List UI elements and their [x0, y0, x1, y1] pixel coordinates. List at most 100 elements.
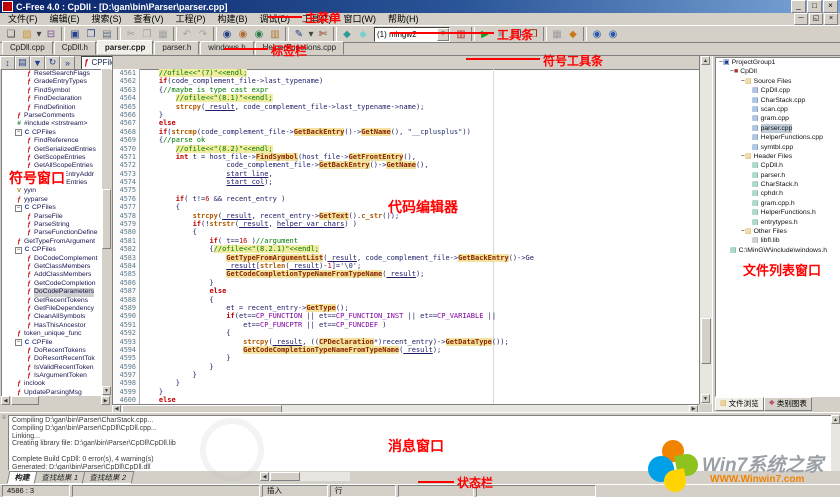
minimize-button[interactable]: _ [791, 0, 806, 13]
file-tree[interactable]: −▣ProjectGroup1−■CpDll−▨Source Files▤CpD… [715, 57, 840, 397]
symbol-tree-item[interactable]: ƒGradeEntryTypes [2, 78, 102, 86]
symbol-tree-item[interactable]: ƒGetClassMembers [2, 263, 102, 271]
file-tree-item[interactable]: −▨Other Files [716, 227, 840, 236]
save-project-button[interactable]: ⊟ [43, 27, 59, 42]
code-line[interactable]: } [142, 363, 698, 371]
save-all-button[interactable]: ❐ [83, 27, 99, 42]
collapse-icon[interactable]: − [15, 205, 22, 212]
file-tree-item[interactable]: ▤parser.h [716, 171, 840, 180]
file-tree-item[interactable]: ▤gram.cpp.h [716, 199, 840, 208]
code-line[interactable]: } [142, 379, 698, 387]
code-line[interactable]: if(code_complement_file->last_typename) [142, 77, 698, 85]
file-tree-item[interactable]: ▤CharStack.cpp [716, 96, 840, 105]
menu-item[interactable]: 构建(B) [212, 14, 254, 24]
symbol-tree-item[interactable]: ƒtoken_unique_func [2, 330, 102, 338]
code-line[interactable]: { [142, 296, 698, 304]
code-line[interactable]: start_col); [142, 178, 698, 186]
editor-vscrollbar[interactable]: ▲ ▼ [699, 56, 712, 404]
nav-forward-button[interactable]: ◆ [355, 27, 371, 42]
message-tab[interactable]: 查找结果 1 [34, 471, 87, 484]
file-tree-item[interactable]: ▤CharStack.h [716, 180, 840, 189]
track-cursor-icon[interactable]: ▼ [30, 56, 45, 70]
code-line[interactable]: _result[strlen(_result)-1]='\0'; [142, 262, 698, 270]
symbol-tree-hscrollbar[interactable]: ◀ ▶ [1, 396, 110, 405]
message-window-grip[interactable]: ≡ [0, 415, 8, 471]
file-tab[interactable]: CpDll.cpp [2, 41, 53, 55]
mdi-close-button[interactable]: × [824, 13, 838, 25]
menu-item[interactable]: 编辑(E) [44, 14, 86, 24]
redo-button[interactable]: ↷ [195, 27, 211, 42]
symbol-tree-item[interactable]: ƒinclook [2, 380, 102, 388]
env-options-button[interactable]: ◉ [589, 27, 605, 42]
open-file-button[interactable]: ▨ [19, 27, 35, 42]
code-line[interactable]: {//parse ok [142, 136, 698, 144]
symbol-tree-item[interactable]: ƒIsArgumentToken [2, 372, 102, 380]
find-in-files-button[interactable]: ▥ [267, 27, 283, 42]
symbol-tree-item[interactable]: ƒParseFunctionDefine [2, 229, 102, 237]
symbol-tree-item[interactable]: ƒDoResortRecentTok [2, 355, 102, 363]
symbol-tree-item[interactable]: ƒCleanAllSymbols [2, 313, 102, 321]
code-line[interactable]: strcpy(_result, ((CPDeclaration*)recent_… [142, 338, 698, 346]
replace-button[interactable]: ✎ [291, 27, 307, 42]
symbol-tree-item[interactable]: −CCPFiles [2, 129, 102, 137]
code-line[interactable]: if( t==16 )//argument [142, 237, 698, 245]
code-line[interactable]: if(et==CP_FUNCTION || et==CP_FUNCTION_IN… [142, 312, 698, 320]
symbol-tree-item[interactable]: ƒGetScopeEntries [2, 154, 102, 162]
nav-back-button[interactable]: ◆ [339, 27, 355, 42]
code-line[interactable]: } [142, 371, 698, 379]
menu-item[interactable]: 搜索(S) [86, 14, 128, 24]
code-line[interactable]: } [142, 354, 698, 362]
find-button[interactable]: ◉ [219, 27, 235, 42]
symbol-tree-item[interactable]: ƒFindDeclaration [2, 95, 102, 103]
close-button[interactable]: × [823, 0, 838, 13]
symbol-tree-item[interactable]: ƒResetSearchFlags [2, 70, 102, 78]
message-hscrollbar[interactable]: ◀ [260, 472, 350, 481]
symbol-tree-item[interactable]: ƒGetTypeFromArgument [2, 238, 102, 246]
message-vscrollbar[interactable]: ▲ [831, 415, 840, 471]
code-line[interactable]: if(strcmp(code_complement_file->GetBackE… [142, 128, 698, 136]
file-tree-item[interactable]: ▤HelperFunctions.cpp [716, 133, 840, 142]
symbol-tree-item[interactable]: ƒGetSerializedEntries [2, 146, 102, 154]
collapse-icon[interactable]: − [15, 339, 22, 346]
build-target-combobox[interactable]: (1) mingw2▼ [374, 27, 450, 42]
symbol-tree-item[interactable]: ƒGetRecentTokens [2, 297, 102, 305]
code-line[interactable]: code_complement_file->GetBackEntry()->Ge… [142, 161, 698, 169]
symbol-tree-item[interactable]: ƒDoCodeComplement [2, 255, 102, 263]
help-button[interactable]: ◉ [605, 27, 621, 42]
undo-button[interactable]: ↶ [179, 27, 195, 42]
file-tab[interactable]: parser.cpp [97, 40, 153, 55]
toggle-breakpoint-button[interactable]: ▦ [549, 27, 565, 42]
menu-item[interactable]: 查看(V) [128, 14, 170, 24]
view-mode-icon[interactable]: ▤ [15, 56, 30, 70]
symbol-tree-item[interactable]: ƒHasThisAncestor [2, 322, 102, 330]
save-button[interactable]: ▣ [67, 27, 83, 42]
code-line[interactable]: GetCodeCompletionTypeNameFromTypeName(_r… [142, 270, 698, 278]
menu-item[interactable]: 文件(F) [2, 14, 44, 24]
file-tree-item[interactable]: −▨Source Files [716, 77, 840, 86]
file-tree-item[interactable]: ▤libfl.lib [716, 236, 840, 245]
watch-button[interactable]: ◆ [565, 27, 581, 42]
code-line[interactable]: //ofile<<"(8.2)"<<endl; [142, 145, 698, 153]
menu-item[interactable]: 工程(P) [170, 14, 212, 24]
replace-in-files-button[interactable]: ✄ [315, 27, 331, 42]
symbol-tree[interactable]: ƒResetSearchFlagsƒGradeEntryTypesƒFindSy… [1, 69, 103, 397]
file-tree-item[interactable]: −▣ProjectGroup1 [716, 58, 840, 67]
file-tree-item[interactable]: ▤gram.cpp [716, 114, 840, 123]
file-tree-item[interactable]: ▤entrytypes.h [716, 218, 840, 227]
chevron-down-icon[interactable]: ▼ [437, 28, 449, 41]
file-tree-item[interactable]: ▤C:\MinGW\include\windows.h [716, 246, 840, 255]
code-line[interactable]: et = recent_entry->GetType(); [142, 304, 698, 312]
symbol-tree-item[interactable]: ƒParseFile [2, 213, 102, 221]
symbol-tree-item[interactable]: ƒGetFileDependency [2, 305, 102, 313]
symbol-tree-item[interactable]: ƒParseString [2, 221, 102, 229]
panel-tab[interactable]: ❖类别图表 [764, 397, 812, 411]
symbol-tree-item[interactable]: ƒDoRecentTokens [2, 347, 102, 355]
code-line[interactable]: strcpy(_result, code_complement_file->la… [142, 103, 698, 111]
symbol-tree-item[interactable]: −CCPFile [2, 339, 102, 347]
mdi-minimize-button[interactable]: ─ [794, 13, 808, 25]
code-line[interactable]: { [142, 329, 698, 337]
project-manager-button[interactable]: ▥ [453, 27, 469, 42]
symbol-tree-item[interactable]: ƒParseComments [2, 112, 102, 120]
code-line[interactable]: } [142, 388, 698, 396]
code-line[interactable]: else [142, 287, 698, 295]
